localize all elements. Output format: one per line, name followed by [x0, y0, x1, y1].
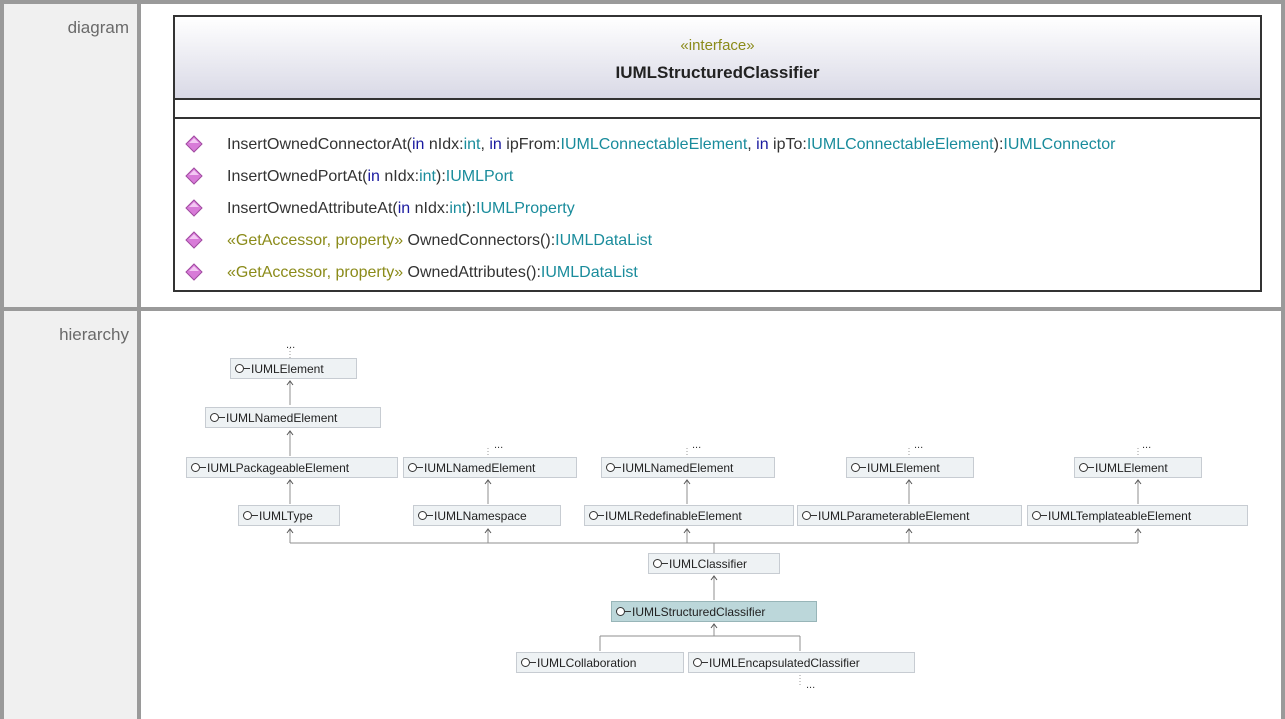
interface-lollipop-icon — [589, 511, 604, 520]
interface-lollipop-icon — [616, 607, 631, 616]
hierarchy-node[interactable]: IUMLClassifier — [648, 553, 780, 574]
interface-lollipop-icon — [851, 463, 866, 472]
hierarchy-node[interactable]: IUMLType — [238, 505, 340, 526]
ellipsis-more-parents: ... — [914, 439, 924, 451]
ellipsis-more-children: ... — [806, 679, 816, 691]
interface-lollipop-icon — [1032, 511, 1047, 520]
hierarchy-node[interactable]: IUMLElement — [846, 457, 974, 478]
hierarchy-node[interactable]: IUMLCollaboration — [516, 652, 684, 673]
hierarchy-node[interactable]: IUMLPackageableElement — [186, 457, 398, 478]
interface-lollipop-icon — [418, 511, 433, 520]
hierarchy-node[interactable]: IUMLEncapsulatedClassifier — [688, 652, 915, 673]
interface-lollipop-icon — [191, 463, 206, 472]
hierarchy-node[interactable]: IUMLParameterableElement — [797, 505, 1022, 526]
interface-lollipop-icon — [1079, 463, 1094, 472]
hierarchy-node[interactable]: IUMLNamespace — [413, 505, 561, 526]
interface-lollipop-icon — [243, 511, 258, 520]
hierarchy-node[interactable]: IUMLElement — [230, 358, 357, 379]
hierarchy-node[interactable]: IUMLTemplateableElement — [1027, 505, 1248, 526]
interface-lollipop-icon — [521, 658, 536, 667]
hierarchy-node[interactable]: IUMLElement — [1074, 457, 1202, 478]
interface-lollipop-icon — [606, 463, 621, 472]
interface-lollipop-icon — [653, 559, 668, 568]
interface-lollipop-icon — [693, 658, 708, 667]
hierarchy-node[interactable]: IUMLNamedElement — [205, 407, 381, 428]
ellipsis-more-parents: ... — [692, 439, 702, 451]
interface-lollipop-icon — [235, 364, 250, 373]
ellipsis-more-parents: ... — [286, 339, 296, 351]
ellipsis-more-parents: ... — [494, 439, 504, 451]
interface-lollipop-icon — [802, 511, 817, 520]
hierarchy-node[interactable]: IUMLNamedElement — [601, 457, 775, 478]
documentation-frame: diagram hierarchy «interface» IUMLStruct… — [0, 0, 1285, 719]
hierarchy-node[interactable]: IUMLNamedElement — [403, 457, 577, 478]
ellipsis-more-parents: ... — [1142, 439, 1152, 451]
interface-lollipop-icon — [210, 413, 225, 422]
interface-lollipop-icon — [408, 463, 423, 472]
hierarchy-node-current[interactable]: IUMLStructuredClassifier — [611, 601, 817, 622]
hierarchy-node[interactable]: IUMLRedefinableElement — [584, 505, 794, 526]
